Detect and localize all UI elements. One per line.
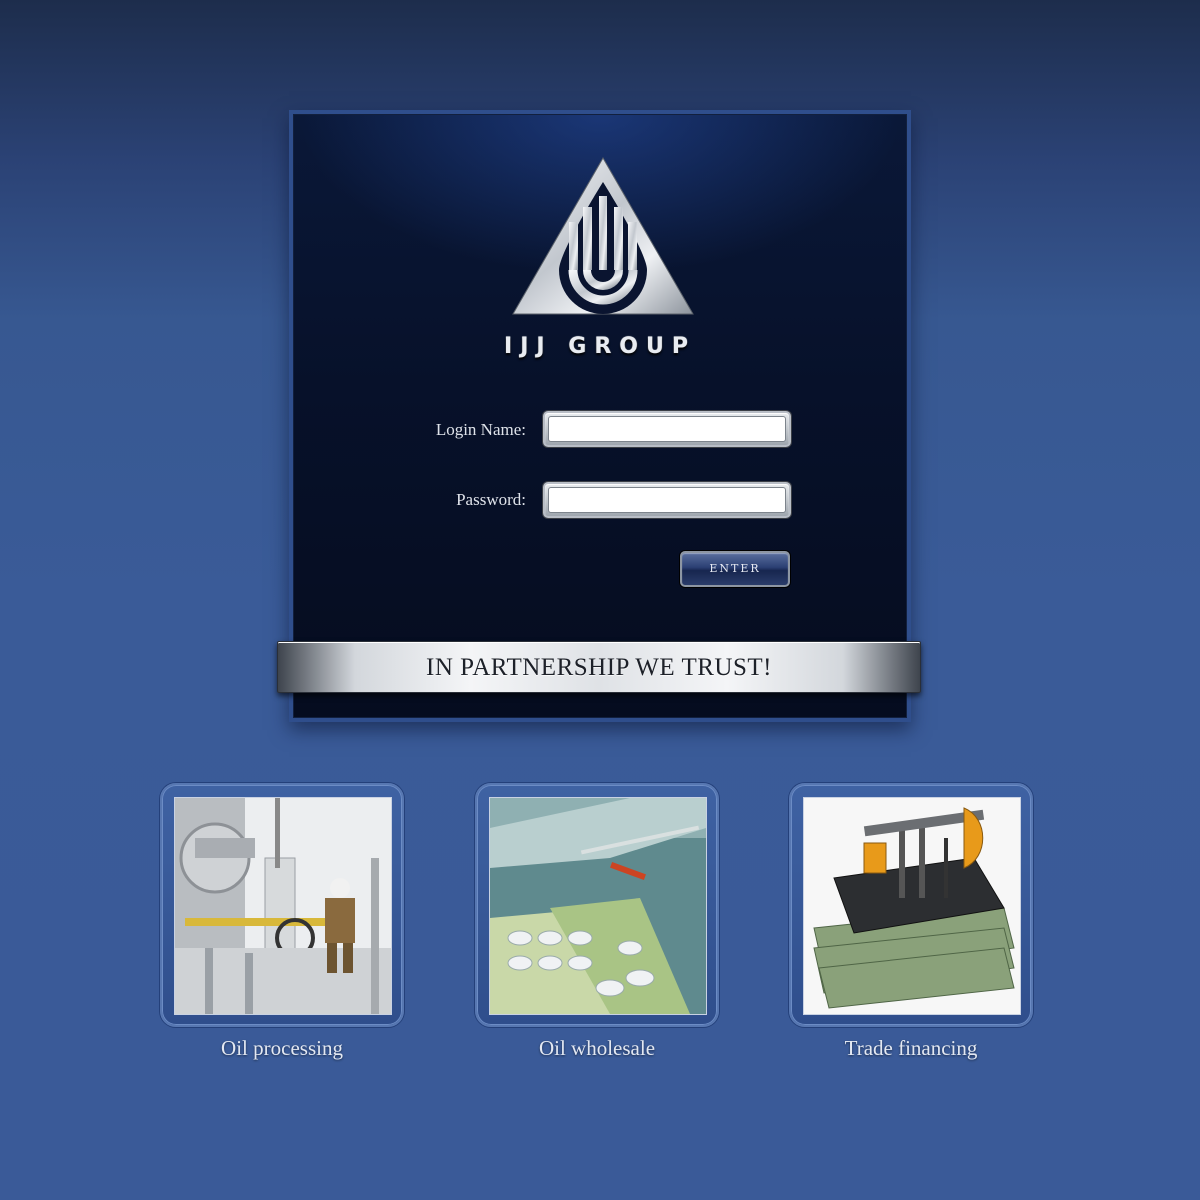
ijj-logo-icon	[512, 156, 694, 315]
service-label: Trade financing	[844, 1036, 978, 1060]
service-oil-wholesale[interactable]	[475, 783, 719, 1027]
service-trade-financing[interactable]	[789, 783, 1033, 1027]
password-field-frame	[543, 482, 791, 518]
brand-name: IJJ GROUP	[504, 334, 696, 359]
oil-terminal-image	[489, 797, 707, 1015]
enter-button[interactable]: ENTER	[680, 551, 790, 587]
login-name-input[interactable]	[548, 416, 786, 442]
service-label: Oil wholesale	[538, 1036, 656, 1060]
pumpjack-money-image	[803, 797, 1021, 1015]
password-input[interactable]	[548, 487, 786, 513]
password-label: Password:	[456, 490, 526, 509]
login-panel: IJJ GROUP Login Name: Password: ENTER	[289, 110, 911, 722]
refinery-worker-image	[174, 797, 392, 1015]
service-oil-processing[interactable]	[160, 783, 404, 1027]
login-name-label: Login Name:	[435, 420, 526, 439]
slogan-ribbon: IN PARTNERSHIP WE TRUST!	[277, 641, 921, 693]
login-name-field-frame	[543, 411, 791, 447]
service-label: Oil processing	[221, 1036, 343, 1060]
